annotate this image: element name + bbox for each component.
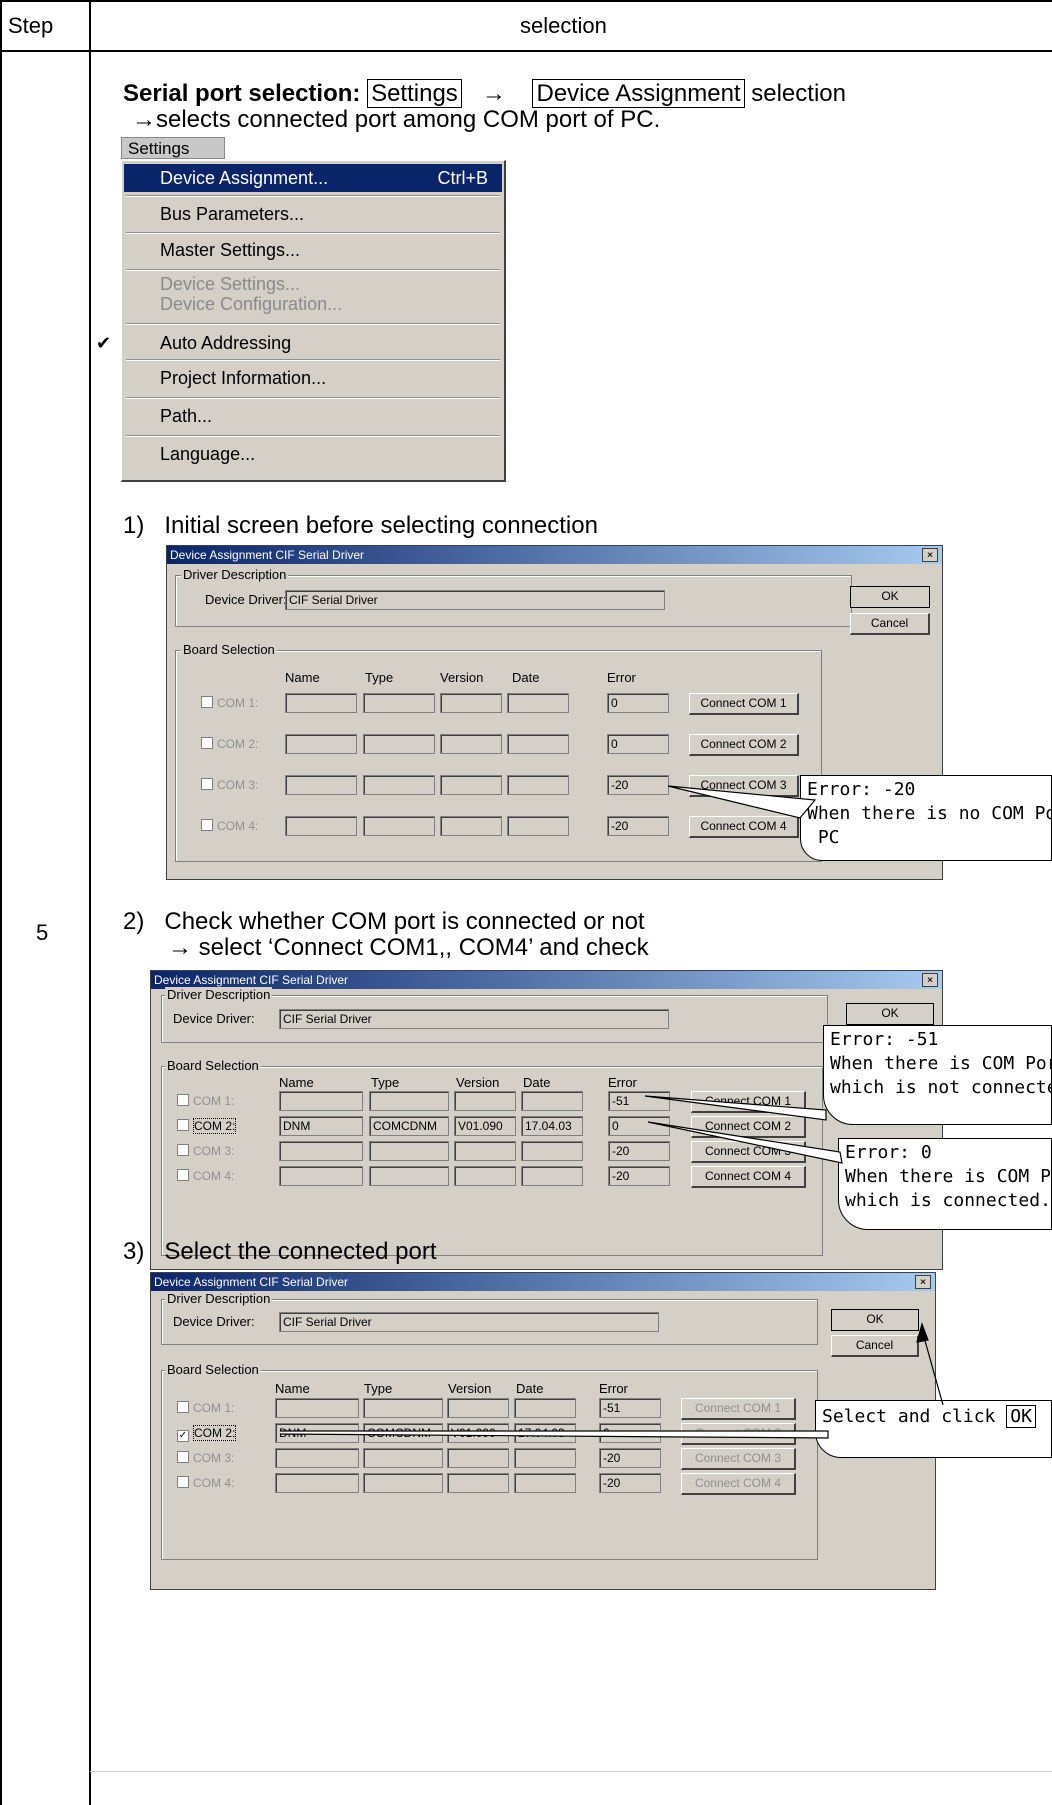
callout-connectors [279,785,944,1439]
